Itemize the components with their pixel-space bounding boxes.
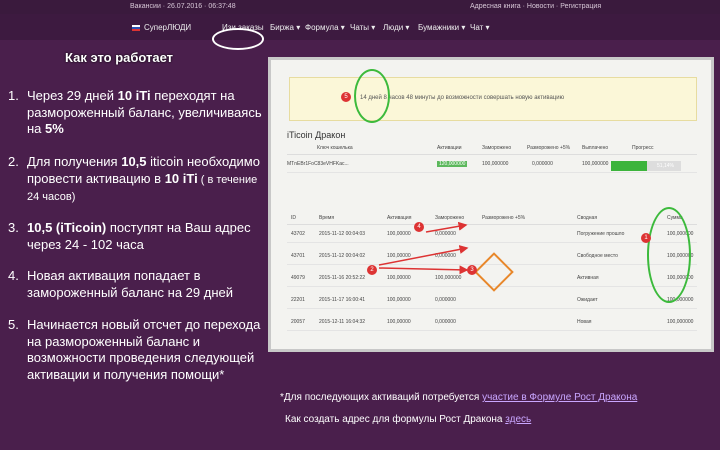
nav-item-chat[interactable]: Чат ▾ bbox=[470, 23, 490, 32]
step-number: 3. bbox=[8, 220, 19, 235]
step-text: 10,5 (iTicoin) поступят на Ваш адрес чер… bbox=[27, 220, 251, 252]
step-number: 1. bbox=[8, 88, 19, 103]
top-bar: Вакансии · 26.07.2016 · 06:37:48 Адресна… bbox=[0, 0, 720, 14]
footnote: *Для последующих активаций потребуется у… bbox=[280, 392, 638, 403]
embedded-screenshot: 14 дней 8 часов 48 минуты до возможности… bbox=[268, 57, 714, 352]
arrow-2b bbox=[378, 265, 469, 275]
annotation-arrows bbox=[378, 221, 469, 275]
step-number: 4. bbox=[8, 268, 19, 283]
nav-item-superpeople[interactable]: СуперЛЮДИ bbox=[144, 23, 191, 32]
footnote-create-address: Как создать адрес для формулы Рост Драко… bbox=[285, 414, 532, 425]
top-bar-links[interactable]: Адресная книга · Новости · Регистрация bbox=[470, 3, 601, 10]
step-number: 2. bbox=[8, 154, 19, 169]
nav-item-formula[interactable]: Формула ▾ bbox=[305, 23, 345, 32]
page-title: Как это работает bbox=[65, 50, 174, 65]
here-link[interactable]: здесь bbox=[505, 414, 531, 425]
nav-item-exchange[interactable]: Биржа ▾ bbox=[270, 23, 300, 32]
step-number: 5. bbox=[8, 317, 19, 332]
nav-item-people[interactable]: Люди ▾ bbox=[383, 23, 409, 32]
highlight-circle bbox=[212, 28, 264, 50]
step-text: Начинается новый отсчет до перехода на р… bbox=[27, 317, 261, 382]
nav-item-chats[interactable]: Чаты ▾ bbox=[350, 23, 375, 32]
arrow-4 bbox=[425, 221, 468, 233]
step-text: Новая активация попадает в замороженный … bbox=[27, 268, 234, 300]
main-nav: СуперЛЮДИ Изи заказы Биржа ▾ Формула ▾ Ч… bbox=[0, 14, 720, 50]
flag-icon[interactable] bbox=[132, 25, 140, 31]
step-text: Для получения 10,5 iticoin необходимо пр… bbox=[27, 154, 260, 203]
nav-item-wallets[interactable]: Бумажники ▾ bbox=[418, 23, 465, 32]
step-text: Через 29 дней 10 iTi переходят на размор… bbox=[27, 88, 262, 136]
formula-link[interactable]: участие в Формуле Рост Дракона bbox=[482, 392, 637, 403]
top-bar-info: Вакансии · 26.07.2016 · 06:37:48 bbox=[130, 3, 236, 10]
arrow-2a bbox=[378, 245, 469, 266]
